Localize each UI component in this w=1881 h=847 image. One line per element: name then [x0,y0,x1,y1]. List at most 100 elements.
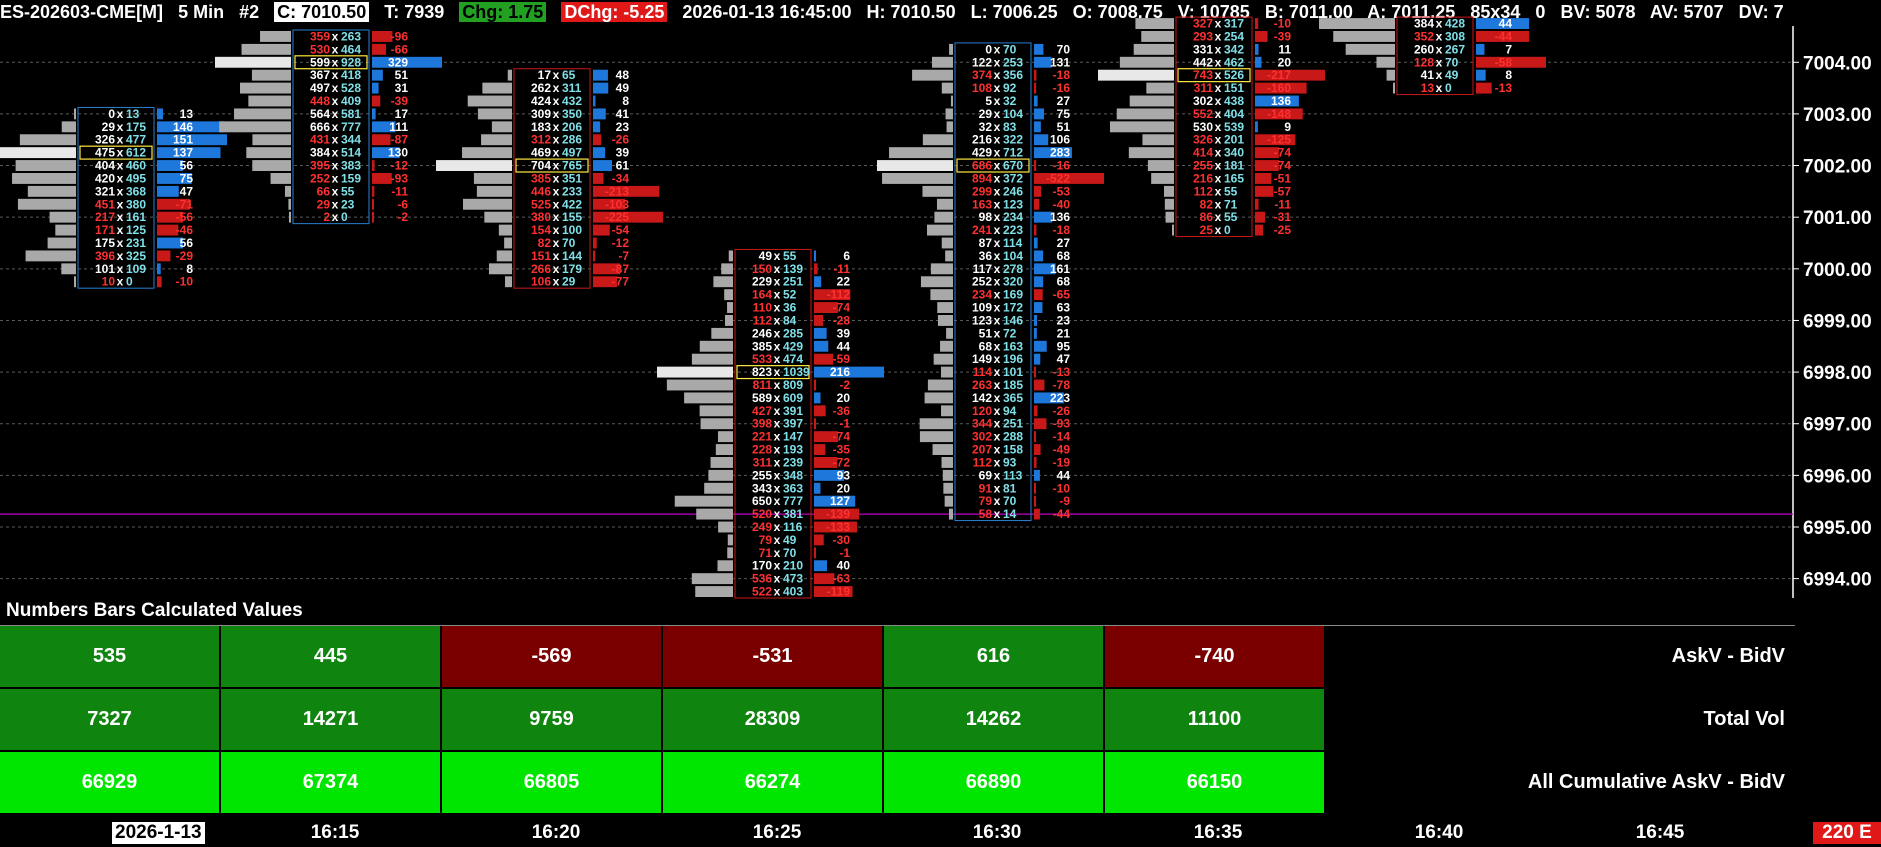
volume-profile-bar [476,185,512,197]
price-tick-label: 6998.00 [1803,363,1872,384]
delta-value-cell: 39 [837,326,851,340]
volume-profile-bar [496,250,512,262]
volume-profile-bar [1172,224,1174,236]
volume-profile-bar [684,392,733,404]
bid-volume-cell: 451 [95,197,115,211]
time-tick-label: 16:25 [752,822,802,843]
delta-bar [372,43,387,55]
ask-volume-cell: 196 [1003,352,1023,366]
volume-profile-bar [948,508,953,520]
volume-profile-bar [937,315,953,326]
volume-profile-bar [252,134,291,146]
volume-profile-bar [889,147,953,159]
delta-value-cell: 95 [1057,339,1071,353]
delta-value-cell: -119 [827,585,851,599]
bid-ask-separator: x [1215,107,1222,121]
bid-ask-separator: x [117,184,124,198]
ask-volume-cell: 322 [1003,133,1023,147]
bid-volume-cell: 82 [538,236,552,250]
bid-volume-cell: 117 [973,262,993,276]
volume-profile-bar [1098,69,1174,81]
bid-volume-cell: 114 [973,365,993,379]
delta-bar [593,147,606,159]
volume-profile-bar [937,302,953,313]
volume-profile-bar [666,379,733,391]
bid-ask-separator: x [553,133,560,147]
delta-value-cell: 136 [1050,210,1070,224]
volume-profile-bar [704,482,733,494]
volume-profile-bar [924,392,953,404]
panel-value-cell: 28309 [663,689,884,750]
bid-ask-separator: x [332,159,339,173]
volume-profile-bar [700,418,733,430]
ask-volume-cell: 159 [341,171,361,185]
ask-volume-cell: 397 [783,417,803,431]
bid-volume-cell: 255 [1193,159,1213,173]
bid-ask-separator: x [994,55,1001,69]
delta-value-cell: 13 [180,107,194,121]
panel-value-cell: 66274 [663,752,884,813]
bid-volume-cell: 91 [979,481,993,495]
bid-ask-separator: x [332,133,339,147]
delta-value-cell: -148 [1267,107,1291,121]
delta-bar [1255,173,1272,184]
bid-volume-cell: 228 [752,443,772,457]
bid-ask-separator: x [1215,146,1222,160]
volume-profile-bar [941,237,953,249]
bid-volume-cell: 170 [752,559,772,573]
ask-volume-cell: 71 [1224,197,1238,211]
delta-value-cell: -12 [391,159,409,173]
delta-bar [814,263,818,275]
delta-value-cell: -522 [1046,171,1070,185]
bid-volume-cell: 311 [1194,81,1214,95]
bid-volume-cell: 58 [979,507,993,521]
ask-volume-cell: 0 [126,275,133,289]
ask-volume-cell: 104 [1003,107,1023,121]
footprint-chart[interactable]: 7004.00 7003.00 7002.00 7001.00 7000.00 6999.… [0,0,1881,600]
ask-volume-cell: 234 [1003,210,1023,224]
delta-value-cell: -29 [176,249,194,263]
delta-value-cell: -65 [1053,288,1071,302]
bid-ask-separator: x [774,352,781,366]
delta-value-cell: -10 [1053,481,1071,495]
delta-value-cell: -93 [1053,417,1071,431]
bid-ask-separator: x [1215,94,1222,108]
volume-profile-bar [504,237,512,249]
bid-ask-separator: x [994,94,1001,108]
ask-volume-cell: 139 [783,262,803,276]
delta-bar [1034,444,1041,455]
delta-value-cell: -26 [1053,404,1071,418]
bid-ask-separator: x [332,120,339,134]
delta-bar [1255,211,1265,223]
volume-profile-bar [1129,95,1174,107]
bid-ask-separator: x [1436,68,1443,82]
delta-bar [1034,327,1037,339]
delta-bar [1034,405,1038,417]
bid-ask-separator: x [994,313,1001,327]
volume-profile-bar [933,353,953,365]
volume-profile-bar [215,56,291,68]
delta-bar [1034,482,1036,494]
bid-ask-separator: x [1215,81,1222,95]
bid-ask-separator: x [1215,55,1222,69]
ask-volume-cell: 201 [1224,133,1244,147]
ask-volume-cell: 278 [1003,262,1023,276]
delta-bar [1476,43,1485,55]
bid-volume-cell: 823 [752,365,772,379]
bid-ask-separator: x [774,391,781,405]
price-tick-label: 7003.00 [1803,105,1872,126]
bid-ask-separator: x [117,146,124,160]
bid-volume-cell: 175 [95,236,115,250]
delta-bar [157,263,161,275]
bid-volume-cell: 404 [95,159,115,173]
ask-volume-cell: 13 [126,107,140,121]
ask-volume-cell: 165 [1224,171,1244,185]
bid-ask-separator: x [117,249,124,263]
delta-value-cell: 23 [1057,313,1071,327]
delta-bar [1034,121,1041,133]
bid-ask-separator: x [994,159,1001,173]
bid-volume-cell: 448 [310,94,330,108]
delta-value-cell: -51 [1274,171,1292,185]
volume-profile-bar [950,95,953,107]
delta-bar [814,392,821,404]
